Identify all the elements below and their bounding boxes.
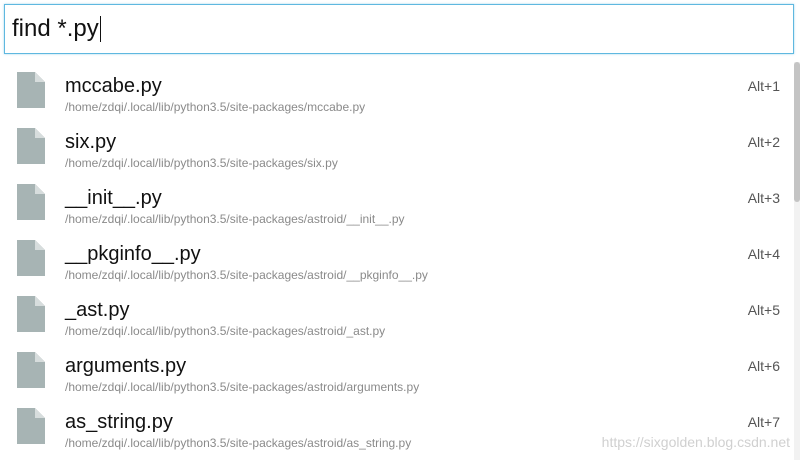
text-caret [99, 16, 101, 42]
search-box[interactable]: find *.py [4, 4, 794, 54]
result-item[interactable]: __init__.py /home/zdqi/.local/lib/python… [0, 174, 794, 230]
result-item[interactable]: mccabe.py /home/zdqi/.local/lib/python3.… [0, 62, 794, 118]
result-name: as_string.py [65, 411, 173, 433]
result-path: /home/zdqi/.local/lib/python3.5/site-pac… [65, 100, 366, 114]
result-shortcut: Alt+4 [747, 246, 780, 262]
result-shortcut: Alt+6 [747, 358, 780, 374]
result-shortcut: Alt+1 [747, 78, 780, 94]
search-input[interactable]: find *.py [5, 9, 99, 49]
file-icon [17, 240, 45, 276]
result-name: arguments.py [65, 355, 187, 377]
file-icon [17, 352, 45, 388]
watermark: https://sixgolden.blog.csdn.net [601, 434, 790, 450]
scrollbar[interactable] [794, 62, 800, 460]
result-item[interactable]: __pkginfo__.py /home/zdqi/.local/lib/pyt… [0, 230, 794, 286]
result-path: /home/zdqi/.local/lib/python3.5/site-pac… [65, 268, 428, 282]
results-list: mccabe.py /home/zdqi/.local/lib/python3.… [0, 62, 794, 460]
launcher-window: find *.py mccabe.py /home/zdqi/.local/li… [0, 0, 800, 460]
result-item[interactable]: arguments.py /home/zdqi/.local/lib/pytho… [0, 342, 794, 398]
file-icon [17, 184, 45, 220]
result-item[interactable]: _ast.py /home/zdqi/.local/lib/python3.5/… [0, 286, 794, 342]
result-path: /home/zdqi/.local/lib/python3.5/site-pac… [65, 324, 386, 338]
result-name: mccabe.py [65, 75, 162, 97]
result-shortcut: Alt+2 [747, 134, 780, 150]
result-shortcut: Alt+5 [747, 302, 780, 318]
file-icon [17, 408, 45, 444]
scrollbar-thumb[interactable] [794, 62, 800, 202]
result-path: /home/zdqi/.local/lib/python3.5/site-pac… [65, 156, 338, 170]
result-path: /home/zdqi/.local/lib/python3.5/site-pac… [65, 212, 405, 226]
result-name: __init__.py [65, 187, 162, 209]
file-icon [17, 296, 45, 332]
result-path: /home/zdqi/.local/lib/python3.5/site-pac… [65, 380, 420, 394]
result-item[interactable]: six.py /home/zdqi/.local/lib/python3.5/s… [0, 118, 794, 174]
result-shortcut: Alt+7 [747, 414, 780, 430]
result-shortcut: Alt+3 [747, 190, 780, 206]
result-path: /home/zdqi/.local/lib/python3.5/site-pac… [65, 436, 412, 450]
file-icon [17, 72, 45, 108]
result-name: _ast.py [65, 299, 130, 321]
result-name: six.py [65, 131, 117, 153]
file-icon [17, 128, 45, 164]
result-name: __pkginfo__.py [65, 243, 201, 265]
